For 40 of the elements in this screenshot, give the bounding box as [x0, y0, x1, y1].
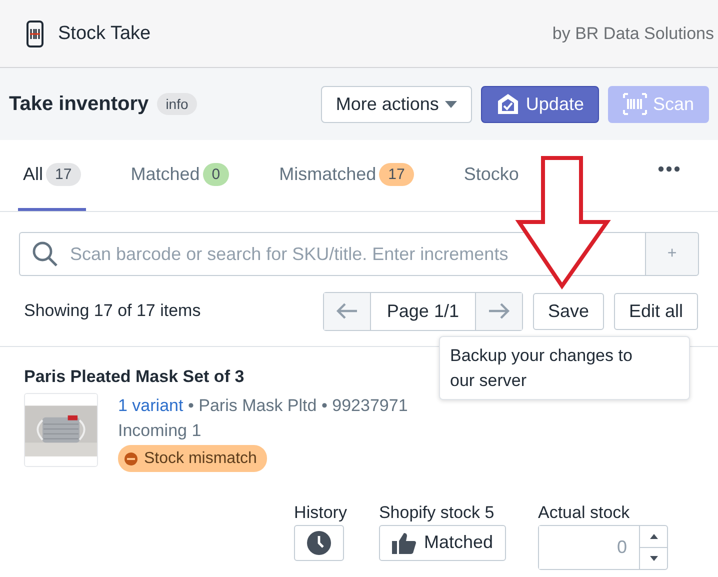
filter-tab[interactable]: Mismatched 17: [274, 140, 419, 211]
matched-button[interactable]: Matched: [378, 524, 506, 560]
actual-stock-label: Actual stock: [538, 502, 630, 522]
app-title: Stock Take: [58, 22, 152, 44]
product-meta: 1 variant • Paris Mask Pltd • 99237971: [118, 395, 408, 417]
incoming-text: Incoming 1: [118, 420, 202, 442]
variant-link[interactable]: 1 variant: [118, 396, 184, 415]
count-badge: 17: [379, 162, 414, 186]
edit-all-button[interactable]: Edit all: [614, 292, 698, 330]
right-arrow-icon: [488, 303, 510, 319]
phone-barcode-icon: [26, 20, 44, 48]
barcode-icon: [622, 93, 647, 115]
search-field[interactable]: Scan barcode or search for SKU/title. Enter increments: [19, 232, 645, 276]
shopify-stock-label: Shopify stock 5: [378, 502, 494, 522]
filter-tab[interactable]: Stocko: [458, 140, 524, 211]
info-badge: info: [156, 93, 198, 115]
status-badge: Stock mismatch: [118, 445, 267, 472]
page-title: Take inventory: [9, 92, 149, 116]
product-title: Paris Pleated Mask Set of 3: [24, 367, 244, 387]
clock-icon: [307, 530, 332, 554]
caret-icon: [444, 100, 457, 108]
save-button[interactable]: Save: [532, 292, 604, 330]
count-badge: 0: [202, 162, 230, 186]
shield-check-icon: [496, 92, 520, 116]
tooltip: Backup your changes to our server: [439, 336, 690, 400]
left-arrow-icon: [336, 303, 358, 319]
items-summary: Showing 17 of 17 items: [24, 301, 202, 321]
search-icon: [32, 241, 58, 267]
thumbs-up-icon: [392, 532, 416, 554]
history-label: History: [294, 502, 347, 522]
search-input[interactable]: Scan barcode or search for SKU/title. Enter increments: [68, 242, 645, 266]
update-button[interactable]: Update: [480, 86, 599, 122]
filter-tab[interactable]: Matched 0: [126, 140, 234, 211]
more-icon[interactable]: [658, 166, 680, 172]
count-badge: 17: [46, 162, 81, 186]
filter-tab[interactable]: All 17: [18, 140, 86, 211]
vendor-text: by BR Data Solutions: [552, 24, 714, 44]
actual-stock-field[interactable]: 0: [538, 524, 668, 570]
history-button[interactable]: [294, 524, 344, 560]
more-actions-button[interactable]: More actions: [320, 86, 472, 122]
